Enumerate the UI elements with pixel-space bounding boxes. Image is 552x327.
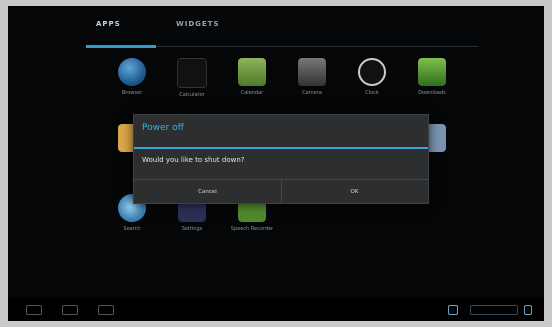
battery-icon bbox=[524, 305, 532, 315]
power-off-dialog: Power off Would you like to shut down? C… bbox=[133, 114, 429, 204]
dialog-title: Power off bbox=[142, 123, 184, 133]
app-label: Browser bbox=[121, 90, 143, 96]
app-label: Speech Recorder bbox=[230, 226, 274, 232]
calendar-icon bbox=[238, 58, 266, 86]
clock-status[interactable] bbox=[470, 305, 518, 315]
system-navigation-bar bbox=[8, 298, 544, 321]
clock-icon bbox=[358, 58, 386, 86]
app-camera[interactable]: Camera bbox=[284, 58, 340, 96]
device-screen: APPS WIDGETS Browser Calculator Calendar… bbox=[8, 6, 544, 321]
app-label: Settings bbox=[181, 226, 203, 232]
app-label: Camera bbox=[302, 90, 322, 96]
app-label: Downloads bbox=[418, 90, 446, 96]
cancel-button[interactable]: Cancel bbox=[134, 180, 282, 204]
dialog-title-divider bbox=[134, 147, 428, 149]
wifi-icon bbox=[448, 305, 458, 315]
calculator-icon bbox=[177, 58, 207, 88]
app-label: Search bbox=[123, 226, 141, 232]
app-label: Clock bbox=[365, 90, 379, 96]
app-downloads[interactable]: Downloads bbox=[404, 58, 460, 96]
camera-icon bbox=[298, 58, 326, 86]
tab-apps[interactable]: APPS bbox=[96, 20, 121, 28]
downloads-icon bbox=[418, 58, 446, 86]
browser-icon bbox=[118, 58, 146, 86]
app-drawer-tabs: APPS WIDGETS bbox=[86, 14, 486, 48]
recent-apps-icon[interactable] bbox=[98, 305, 114, 315]
app-calendar[interactable]: Calendar bbox=[224, 58, 280, 96]
dialog-message: Would you like to shut down? bbox=[142, 156, 245, 164]
tab-selected-indicator bbox=[86, 45, 156, 48]
app-label: Calculator bbox=[179, 92, 205, 98]
home-icon[interactable] bbox=[62, 305, 78, 315]
app-label: Calendar bbox=[240, 90, 264, 96]
back-icon[interactable] bbox=[26, 305, 42, 315]
app-clock[interactable]: Clock bbox=[344, 58, 400, 96]
tab-widgets[interactable]: WIDGETS bbox=[176, 20, 219, 28]
ok-button[interactable]: OK bbox=[281, 180, 428, 204]
app-calculator[interactable]: Calculator bbox=[164, 58, 220, 98]
dialog-button-bar: Cancel OK bbox=[134, 179, 428, 204]
app-browser[interactable]: Browser bbox=[104, 58, 160, 96]
